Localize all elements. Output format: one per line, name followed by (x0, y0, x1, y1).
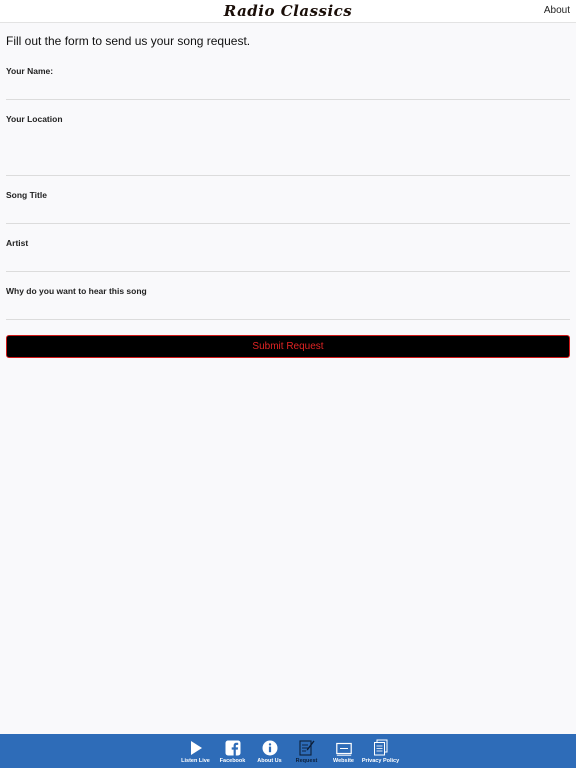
play-icon (190, 741, 202, 755)
song-title-label: Song Title (6, 190, 47, 200)
info-icon (262, 740, 277, 756)
tab-request[interactable]: Request (288, 734, 325, 768)
tab-bar: Listen Live Facebook About Us Request We… (0, 734, 576, 768)
reason-input[interactable] (6, 300, 570, 317)
tab-label: Request (295, 758, 318, 764)
artist-label: Artist (6, 238, 29, 248)
browser-icon (335, 742, 352, 756)
location-input[interactable] (6, 128, 570, 173)
tab-label: Listen Live (181, 758, 210, 764)
name-input[interactable] (6, 80, 570, 97)
artist-field-group: Artist (6, 238, 570, 272)
tab-label: Privacy Policy (361, 758, 400, 764)
tab-label: Website (333, 758, 354, 764)
document-icon (373, 739, 387, 756)
form-intro: Fill out the form to send us your song r… (6, 34, 251, 48)
tab-label: About Us (257, 758, 282, 764)
tab-privacy-policy[interactable]: Privacy Policy (362, 734, 399, 768)
tab-listen-live[interactable]: Listen Live (177, 734, 214, 768)
facebook-icon (225, 740, 240, 756)
edit-icon (298, 740, 314, 756)
song-title-input[interactable] (6, 204, 570, 221)
tab-website[interactable]: Website (325, 734, 362, 768)
about-button[interactable]: About (544, 5, 570, 16)
nav-header: Radio Classics About (0, 0, 576, 23)
reason-label: Why do you want to hear this song (6, 286, 147, 296)
location-field-group: Your Location (6, 114, 570, 176)
name-label: Your Name: (6, 66, 54, 76)
submit-request-button[interactable]: Submit Request (6, 335, 570, 358)
tab-list: Listen Live Facebook About Us Request We… (177, 734, 399, 768)
artist-input[interactable] (6, 252, 570, 269)
reason-field-group: Why do you want to hear this song (6, 286, 570, 320)
name-field-group: Your Name: (6, 66, 570, 100)
tab-facebook[interactable]: Facebook (214, 734, 251, 768)
location-label: Your Location (6, 114, 63, 124)
song-title-field-group: Song Title (6, 190, 570, 224)
tab-about-us[interactable]: About Us (251, 734, 288, 768)
app-title: Radio Classics (223, 2, 353, 20)
app-window: Radio Classics About Fill out the form t… (0, 0, 576, 768)
tab-label: Facebook (219, 758, 246, 764)
